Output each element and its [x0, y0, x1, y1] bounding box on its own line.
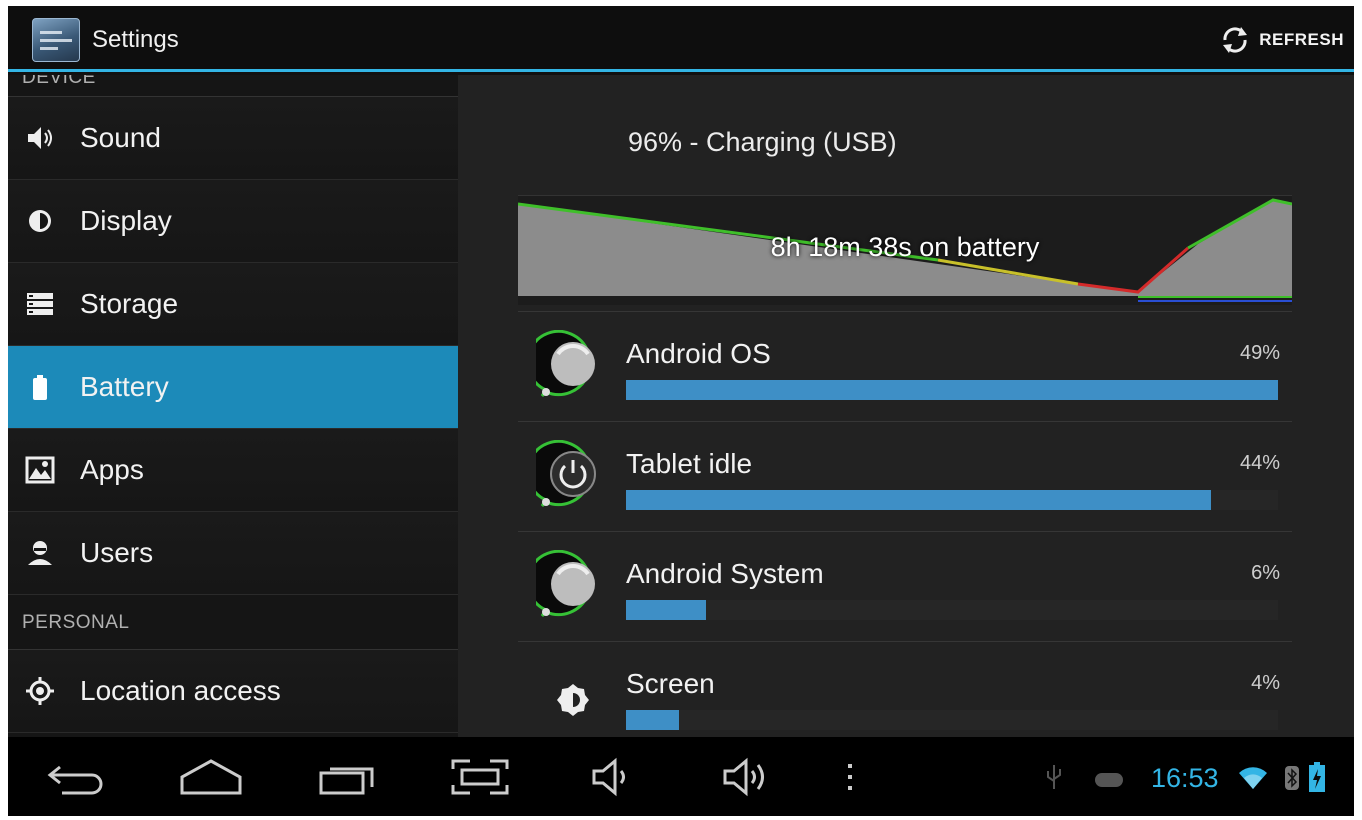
usage-percent: 4% — [1251, 672, 1280, 694]
sidebar-item-label: Storage — [80, 288, 179, 319]
volume-down-icon — [592, 757, 625, 797]
sidebar-item-sound[interactable]: Sound — [8, 97, 458, 180]
location-icon — [24, 675, 56, 707]
battery-charging-icon — [1309, 762, 1325, 792]
usage-bar-fill — [626, 600, 706, 620]
usage-bar-track — [626, 380, 1278, 400]
sidebar-item-label: Apps — [80, 454, 144, 485]
usage-app-name: Screen — [626, 668, 715, 699]
usage-row-android-system[interactable]: Android System 6% — [518, 531, 1292, 641]
usage-percent: 49% — [1239, 342, 1280, 364]
gamepad-icon — [1095, 773, 1123, 787]
speaker-icon — [24, 122, 56, 154]
apps-icon — [24, 454, 56, 486]
screenshot-icon — [451, 759, 509, 795]
usage-app-name: Android System — [626, 558, 824, 589]
sidebar-item-users[interactable]: Users — [8, 512, 458, 595]
android-system-icon — [536, 550, 595, 618]
app-title: Settings — [92, 26, 179, 53]
home-button[interactable] — [178, 755, 244, 799]
usage-percent: 44% — [1239, 452, 1280, 474]
back-icon — [47, 765, 103, 795]
sidebar-item-location-access[interactable]: Location access — [8, 650, 458, 733]
storage-icon — [24, 288, 56, 320]
usage-bar-fill — [626, 710, 680, 730]
wifi-icon — [1239, 767, 1267, 789]
usage-bar-fill — [626, 490, 1212, 510]
sidebar-item-label: Sound — [80, 122, 161, 153]
usage-bar-track — [626, 600, 1278, 620]
sidebar-item-label: Display — [80, 205, 172, 236]
system-nav-bar: 16:53 — [8, 737, 1354, 816]
menu-icon — [848, 764, 852, 790]
home-icon — [180, 759, 242, 795]
status-clock: 16:53 — [1151, 763, 1219, 793]
usage-app-name: Android OS — [626, 338, 771, 369]
action-bar: Settings REFRESH — [8, 6, 1354, 72]
refresh-button[interactable]: REFRESH — [1217, 20, 1344, 60]
sidebar-item-label: Battery — [80, 371, 169, 402]
bluetooth-icon — [1285, 766, 1299, 790]
sidebar-item-apps[interactable]: Apps — [8, 429, 458, 512]
settings-app-icon[interactable] — [32, 18, 80, 62]
brightness-icon — [24, 205, 56, 237]
user-icon — [24, 537, 56, 569]
sidebar-item-label: Users — [80, 537, 154, 568]
usage-row-tablet-idle[interactable]: Tablet idle 44% — [518, 421, 1292, 531]
volume-up-button[interactable] — [720, 755, 776, 799]
battery-panel: 96% - Charging (USB) 8h 18m 38s on batte… — [458, 75, 1354, 737]
section-header-personal: PERSONAL — [8, 595, 458, 650]
section-header-device: DEVICE — [8, 75, 458, 97]
usage-bar-track — [626, 710, 1278, 730]
refresh-icon — [1223, 27, 1248, 53]
refresh-label: REFRESH — [1259, 30, 1344, 49]
sidebar-item-display[interactable]: Display — [8, 180, 458, 263]
usb-icon — [1047, 765, 1061, 789]
usage-bar-track — [626, 490, 1278, 510]
battery-icon — [24, 371, 56, 403]
usage-app-name: Tablet idle — [626, 448, 753, 479]
sidebar-item-battery[interactable]: Battery — [8, 346, 458, 429]
recents-icon — [319, 767, 374, 795]
sidebar-item-storage[interactable]: Storage — [8, 263, 458, 346]
tablet-screen: Settings REFRESH DEVICE Sound Display St… — [8, 6, 1354, 816]
menu-button[interactable] — [838, 755, 862, 799]
volume-down-button[interactable] — [588, 755, 638, 799]
usage-percent: 6% — [1251, 562, 1280, 584]
sidebar-item-label: Location access — [80, 675, 281, 706]
usage-row-screen[interactable]: Screen 4% — [518, 641, 1292, 737]
recents-button[interactable] — [316, 755, 380, 799]
usage-bar-fill — [626, 380, 1278, 400]
battery-history-graph[interactable]: 8h 18m 38s on battery — [517, 195, 1293, 305]
power-icon — [536, 440, 596, 508]
back-button[interactable] — [44, 755, 108, 799]
battery-summary: 96% - Charging (USB) — [628, 127, 897, 157]
android-os-icon — [536, 330, 595, 398]
time-on-battery-label: 8h 18m 38s on battery — [770, 232, 1040, 262]
usage-row-android-os[interactable]: Android OS 49% — [518, 311, 1292, 421]
brightness-icon — [557, 684, 589, 716]
screenshot-button[interactable] — [448, 755, 512, 799]
settings-sidebar: DEVICE Sound Display Storage Battery App… — [8, 75, 458, 737]
volume-up-icon — [723, 757, 764, 797]
